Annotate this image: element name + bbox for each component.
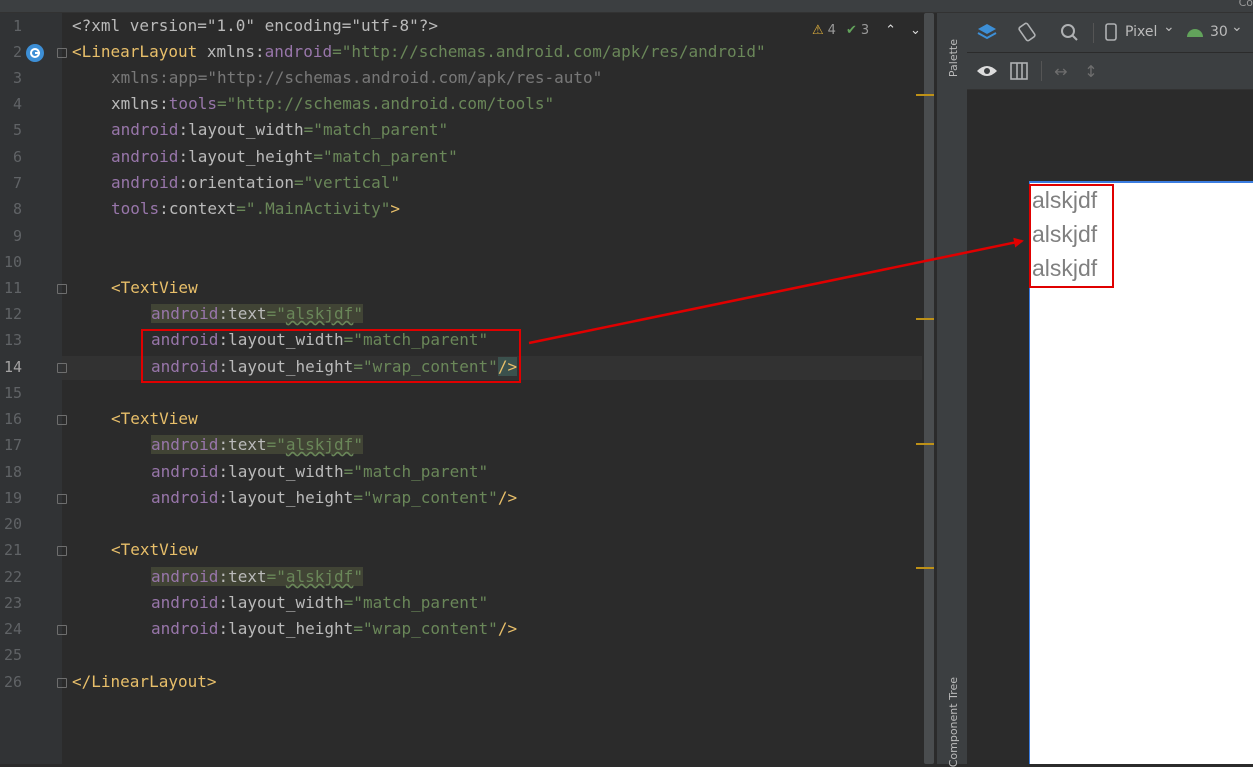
annotation-arrow bbox=[528, 237, 1024, 345]
